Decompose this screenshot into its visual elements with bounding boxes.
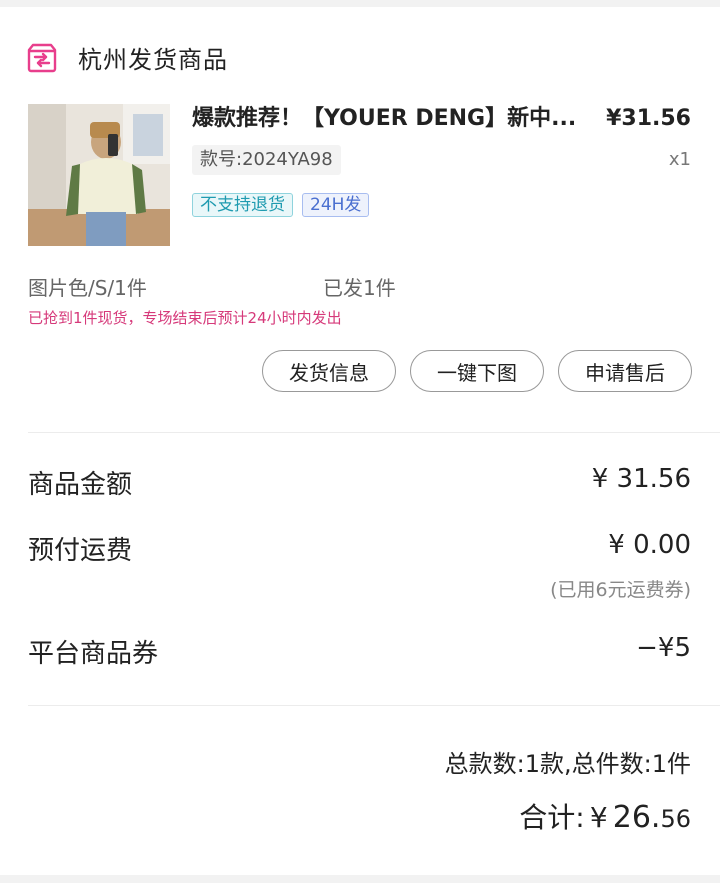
total-label: 合计: [519, 801, 585, 834]
action-buttons: 发货信息 一键下图 申请售后 [248, 350, 692, 392]
total-integer: 26. [612, 800, 661, 835]
order-total: 合计: ¥ 26.56 [519, 796, 691, 836]
total-currency: ¥ [589, 801, 608, 834]
shipping-fee-value: ¥ 0.00 [608, 530, 691, 560]
platform-coupon-value: −¥5 [636, 633, 691, 663]
product-title[interactable]: 爆款推荐！【YOUER DENG】新中... [192, 104, 602, 134]
shipped-status: 已发1件 [323, 276, 396, 300]
download-images-button[interactable]: 一键下图 [410, 350, 544, 392]
no-return-tag: 不支持退货 [192, 193, 293, 217]
divider [28, 705, 720, 706]
after-sale-button[interactable]: 申请售后 [558, 350, 692, 392]
store-header: 杭州发货商品 [26, 40, 228, 75]
item-count-summary: 总款数:1款,总件数:1件 [444, 750, 691, 778]
shipping-fee-label: 预付运费 [28, 536, 133, 566]
bottom-separator [0, 875, 720, 883]
product-image[interactable] [28, 104, 170, 246]
product-spec: 图片色/S/1件 [28, 276, 147, 300]
product-quantity: x1 [668, 149, 691, 170]
product-tags: 不支持退货 24H发 [192, 193, 378, 217]
goods-amount-label: 商品金额 [28, 470, 133, 500]
top-separator [0, 0, 720, 7]
product-code: 款号:2024YA98 [192, 145, 341, 175]
platform-coupon-label: 平台商品券 [28, 639, 159, 669]
ship-24h-tag: 24H发 [302, 193, 370, 217]
store-name: 杭州发货商品 [78, 46, 228, 74]
total-decimal: 56 [660, 805, 691, 833]
divider [28, 432, 720, 433]
goods-amount-value: ¥ 31.56 [591, 464, 691, 494]
store-box-icon [26, 42, 58, 74]
product-price: ¥31.56 [606, 106, 691, 131]
shipping-coupon-note: (已用6元运费券) [550, 579, 691, 601]
shipping-info-button[interactable]: 发货信息 [262, 350, 396, 392]
stock-notice: 已抢到1件现货，专场结束后预计24小时内发出 [28, 309, 342, 327]
